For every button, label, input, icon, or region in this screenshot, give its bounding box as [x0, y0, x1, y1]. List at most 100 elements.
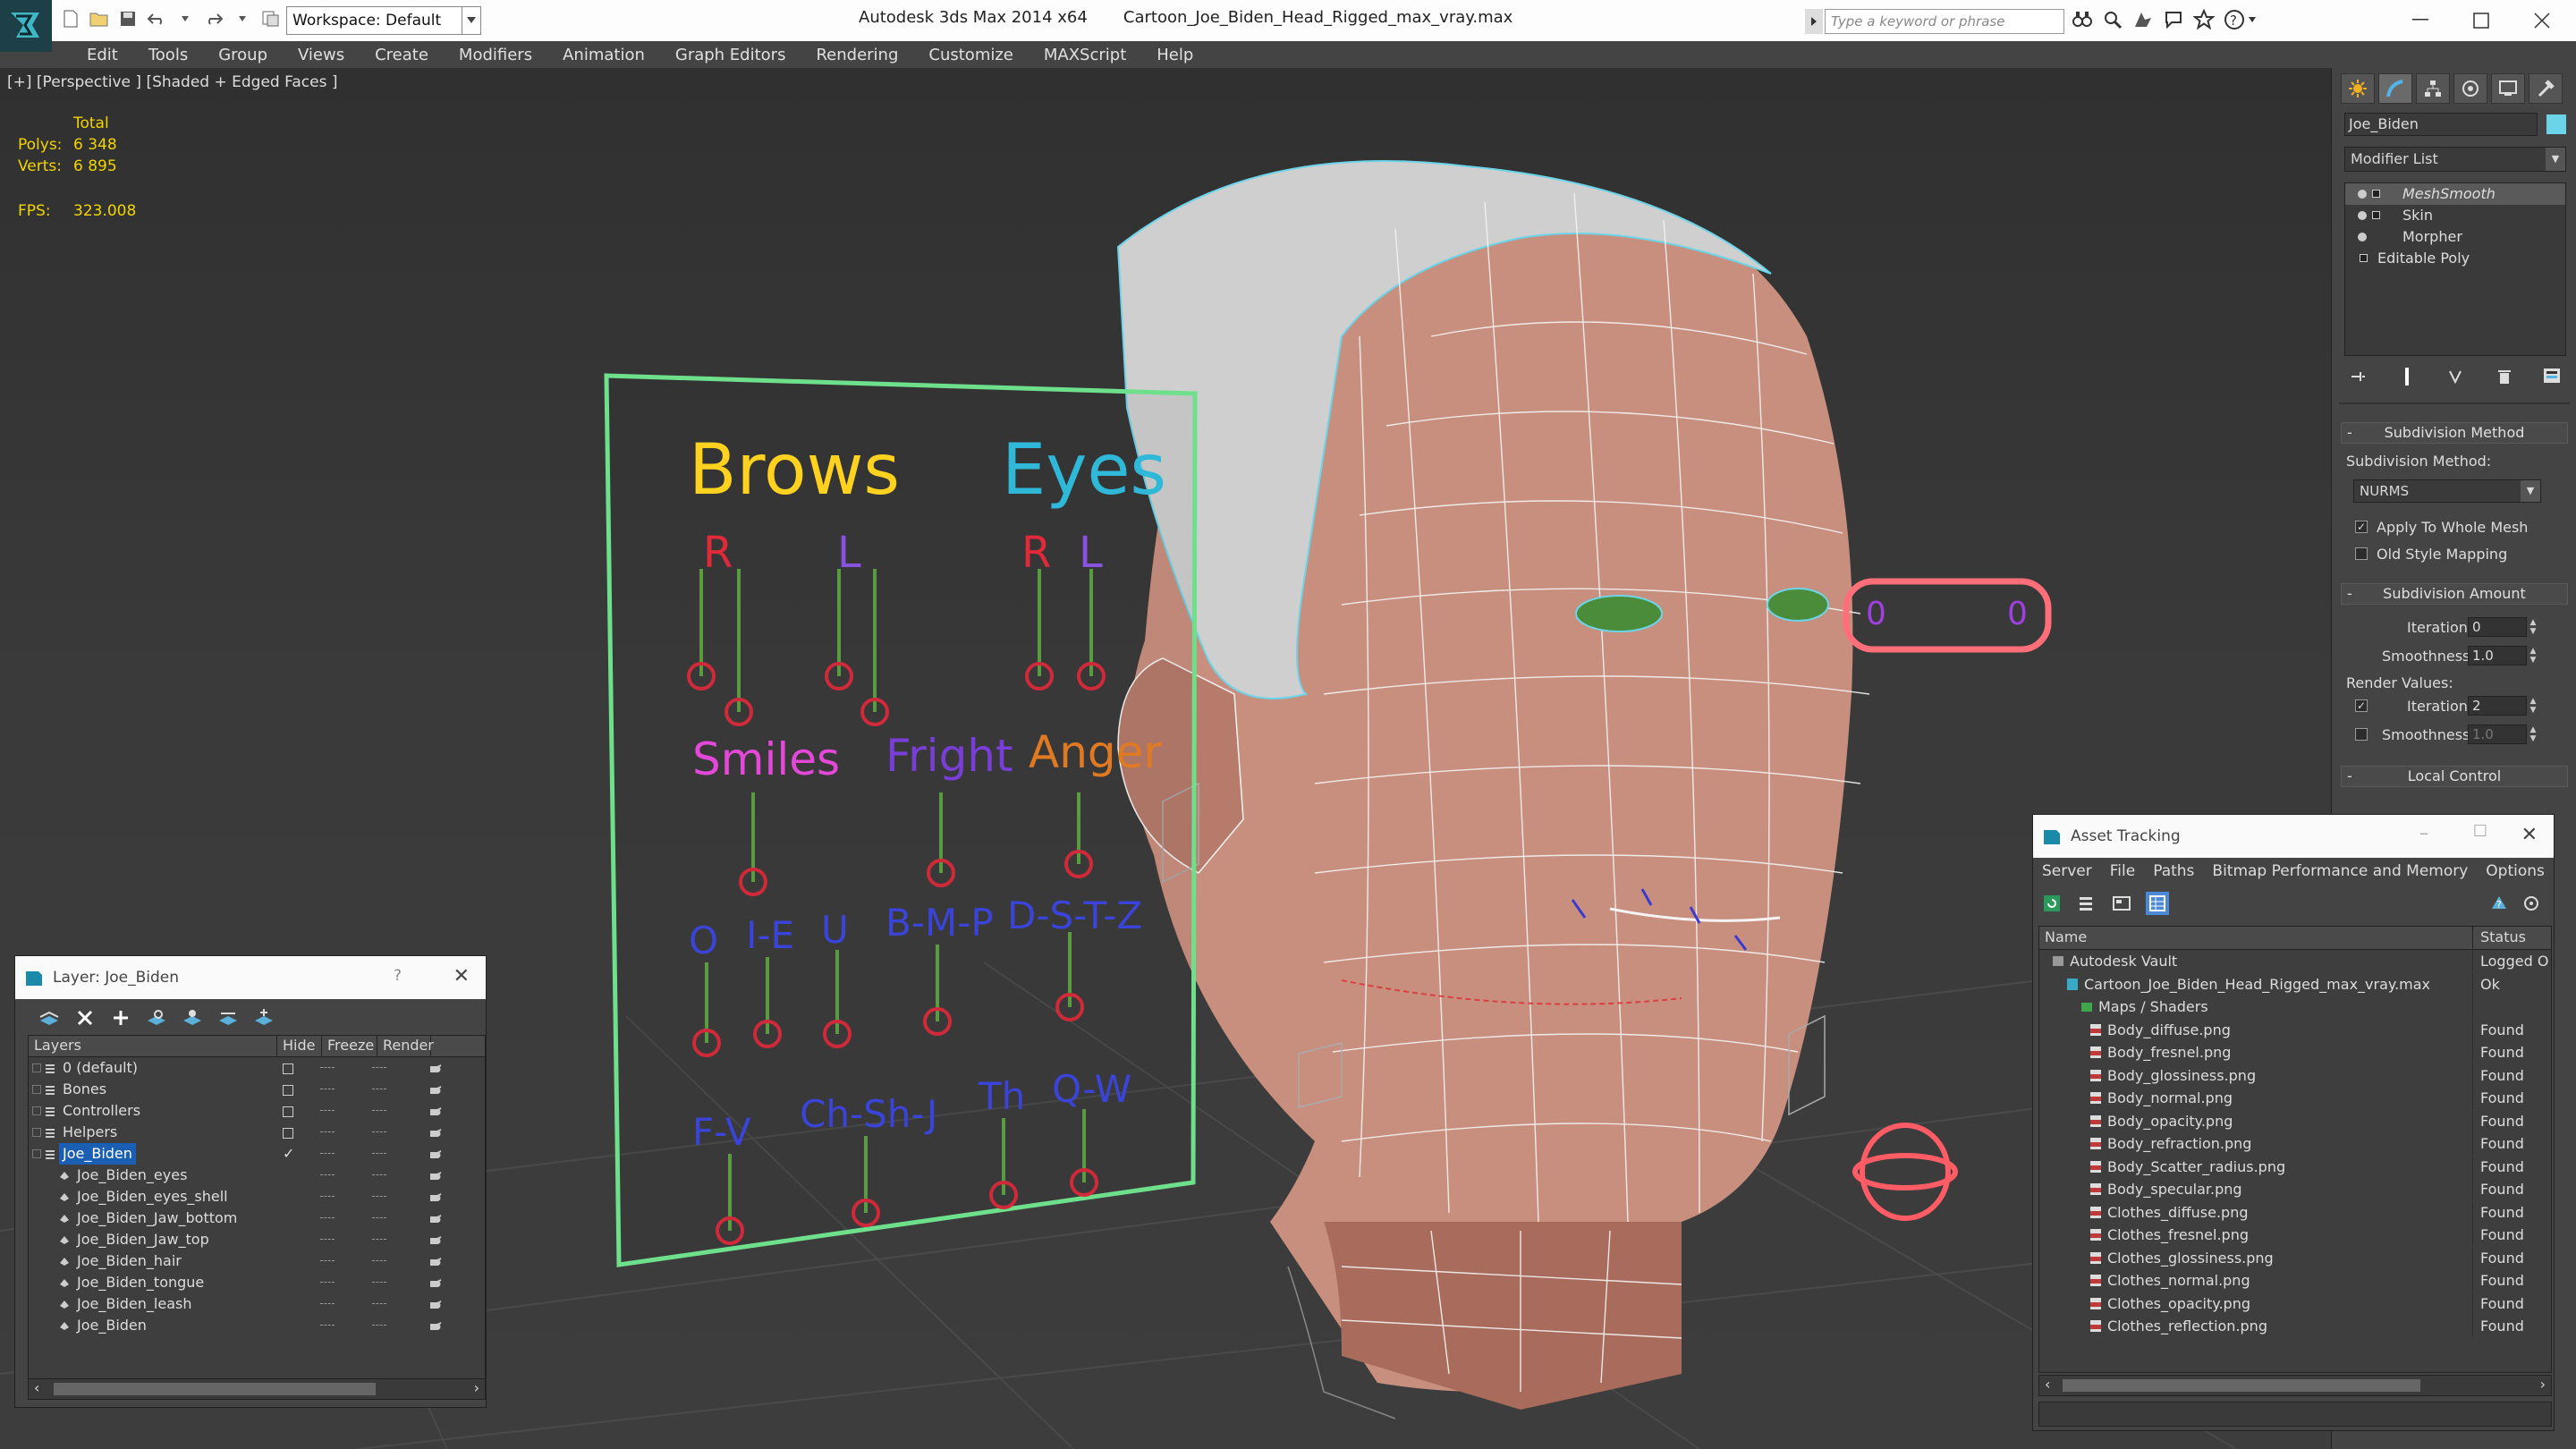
close-button[interactable] [2515, 0, 2569, 41]
hide-dash-toggle[interactable] [320, 1282, 335, 1284]
lightbulb-icon[interactable] [2358, 211, 2367, 220]
stack-item-meshsmooth[interactable]: MeshSmooth [2345, 183, 2565, 205]
scroll-left-icon[interactable]: ‹ [34, 1379, 39, 1396]
render-iterations-checkbox[interactable]: ✓ [2355, 699, 2368, 712]
app-logo-button[interactable] [0, 0, 52, 52]
maximize-icon[interactable]: ☐ [2473, 822, 2487, 841]
asset-row[interactable]: Body_fresnel.png Found [2039, 1041, 2551, 1064]
menu-group[interactable]: Group [203, 46, 283, 64]
add-to-layer-icon[interactable] [108, 1005, 133, 1030]
redo-dropdown-icon[interactable] [231, 7, 254, 30]
render-teapot-icon[interactable] [428, 1062, 442, 1074]
menu-graph-editors[interactable]: Graph Editors [660, 46, 801, 64]
asset-row[interactable]: Body_normal.png Found [2039, 1087, 2551, 1110]
asset-row[interactable]: Body_Scatter_radius.png Found [2039, 1155, 2551, 1179]
asset-row[interactable]: Clothes_reflection.png Found [2039, 1315, 2551, 1338]
iterations-spinner[interactable]: 0 ▲ ▼ [2468, 617, 2536, 637]
asset-menu-server[interactable]: Server [2033, 858, 2101, 885]
menu-rendering[interactable]: Rendering [801, 46, 913, 64]
menu-animation[interactable]: Animation [547, 46, 660, 64]
undo-dropdown-icon[interactable] [174, 7, 197, 30]
hide-dash-toggle[interactable] [320, 1153, 335, 1156]
asset-path-field[interactable] [2038, 1402, 2552, 1427]
redo-icon[interactable] [202, 7, 225, 30]
freeze-dash-toggle[interactable] [372, 1131, 386, 1134]
expand-box-icon[interactable] [2372, 190, 2380, 198]
hide-dash-toggle[interactable] [320, 1217, 335, 1220]
viewport-label[interactable]: [+] [Perspective ] [Shaded + Edged Faces… [7, 73, 337, 91]
configure-modifier-sets-icon[interactable] [2539, 363, 2566, 390]
freeze-dash-toggle[interactable] [372, 1153, 386, 1156]
freeze-dash-toggle[interactable] [372, 1303, 386, 1306]
show-end-result-icon[interactable] [2394, 363, 2420, 390]
render-teapot-icon[interactable] [428, 1233, 442, 1246]
tab-modify[interactable] [2378, 73, 2412, 104]
hide-dash-toggle[interactable] [320, 1089, 335, 1091]
menu-create[interactable]: Create [360, 46, 444, 64]
asset-row[interactable]: Clothes_diffuse.png Found [2039, 1200, 2551, 1224]
render-teapot-icon[interactable] [428, 1255, 442, 1267]
menu-tools[interactable]: Tools [133, 46, 203, 64]
subdivision-method-dropdown[interactable]: NURMS ▼ [2353, 479, 2541, 503]
communication-center-icon[interactable] [2163, 9, 2184, 35]
list-view-icon[interactable] [2074, 892, 2097, 915]
expand-box-icon[interactable] [2372, 211, 2380, 219]
asset-row[interactable]: Maps / Shaders [2039, 996, 2551, 1019]
expand-toggle-icon[interactable] [32, 1063, 41, 1072]
expand-toggle-icon[interactable] [32, 1149, 41, 1158]
tab-display[interactable] [2491, 73, 2525, 104]
rollout-local-control[interactable]: - Local Control [2341, 766, 2568, 787]
maximize-button[interactable] [2454, 0, 2508, 41]
stack-item-morpher[interactable]: Morpher [2345, 226, 2565, 248]
asset-window-titlebar[interactable]: Asset Tracking – ☐ ✕ [2033, 815, 2554, 858]
search-expand-button[interactable] [1805, 9, 1823, 34]
subscription-icon[interactable] [2132, 9, 2154, 35]
asset-row[interactable]: Cartoon_Joe_Biden_Head_Rigged_max_vray.m… [2039, 972, 2551, 996]
col-status[interactable]: Status [2472, 927, 2551, 948]
col-name[interactable]: Name [2045, 927, 2087, 948]
layer-row[interactable]: Joe_Biden_eyes [29, 1165, 485, 1186]
help-button[interactable]: ? [394, 967, 402, 985]
settings-icon[interactable] [2520, 892, 2543, 915]
asset-row[interactable]: Clothes_fresnel.png Found [2039, 1224, 2551, 1247]
minimize-button[interactable] [2394, 0, 2447, 41]
search-input[interactable]: Type a keyword or phrase [1825, 9, 2064, 34]
render-teapot-icon[interactable] [428, 1083, 442, 1096]
hide-toggle[interactable] [283, 1128, 293, 1139]
hide-dash-toggle[interactable] [320, 1131, 335, 1134]
hide-dash-toggle[interactable] [320, 1174, 335, 1177]
freeze-dash-toggle[interactable] [372, 1089, 386, 1091]
hide-dash-toggle[interactable] [320, 1303, 335, 1306]
current-layer-check-icon[interactable]: ✓ [283, 1143, 294, 1165]
open-file-icon[interactable] [88, 7, 111, 30]
asset-row[interactable]: Body_specular.png Found [2039, 1178, 2551, 1201]
render-smoothness-checkbox[interactable] [2355, 728, 2368, 741]
smoothness-spinner[interactable]: 1.0 ▲ ▼ [2468, 646, 2536, 665]
freeze-dash-toggle[interactable] [372, 1239, 386, 1241]
layer-row[interactable]: Joe_Biden [29, 1315, 485, 1336]
asset-row[interactable]: Clothes_normal.png Found [2039, 1269, 2551, 1292]
spinner-arrows-icon[interactable]: ▲ ▼ [2528, 697, 2538, 715]
hide-toggle[interactable] [283, 1063, 293, 1074]
rollout-subdivision-amount[interactable]: - Subdivision Amount [2341, 583, 2568, 605]
undo-icon[interactable] [145, 7, 168, 30]
expand-toggle-icon[interactable] [32, 1085, 41, 1094]
col-freeze[interactable]: Freeze [322, 1036, 377, 1056]
menu-views[interactable]: Views [283, 46, 360, 64]
col-render[interactable]: Render [377, 1036, 434, 1056]
binoculars-icon[interactable] [2072, 9, 2093, 35]
render-teapot-icon[interactable] [428, 1276, 442, 1289]
menu-customize[interactable]: Customize [913, 46, 1028, 64]
hide-dash-toggle[interactable] [320, 1325, 335, 1327]
asset-menu-paths[interactable]: Paths [2144, 858, 2203, 885]
hide-dash-toggle[interactable] [320, 1110, 335, 1113]
render-teapot-icon[interactable] [428, 1212, 442, 1224]
rollout-subdivision-method[interactable]: - Subdivision Method [2341, 422, 2568, 444]
delete-layer-icon[interactable] [72, 1005, 97, 1030]
favorites-star-icon[interactable] [2192, 8, 2216, 35]
select-objects-icon[interactable] [144, 1005, 169, 1030]
freeze-dash-toggle[interactable] [372, 1196, 386, 1199]
asset-row[interactable]: Autodesk Vault Logged O [2039, 950, 2551, 973]
layer-row[interactable]: Bones [29, 1079, 485, 1100]
freeze-all-layers-icon[interactable] [251, 1005, 276, 1030]
